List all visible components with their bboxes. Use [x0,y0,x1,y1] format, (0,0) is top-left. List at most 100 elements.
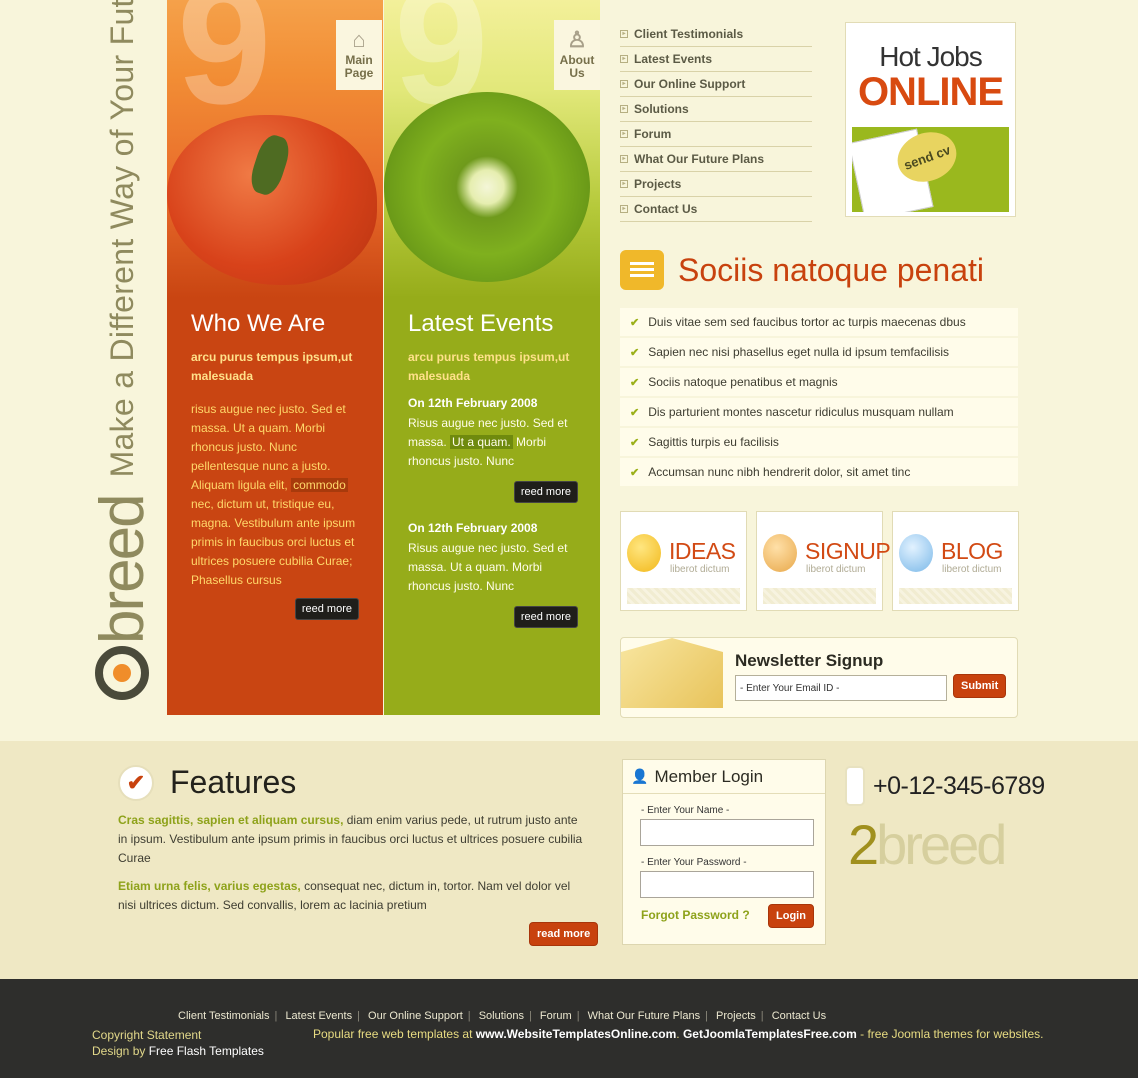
menu-label: Contact Us [634,202,698,216]
person-icon: ♙ [567,27,587,52]
newsletter-submit-button[interactable]: Submit [953,674,1007,698]
credits-pre: Popular free web templates at [313,1027,476,1041]
bullet-icon: ▸ [620,30,628,38]
menu-label: Client Testimonials [634,27,744,41]
hot-jobs-line1: Hot Jobs [879,41,983,72]
login-button[interactable]: Login [768,904,814,928]
footer-link[interactable]: Solutions [479,1010,524,1022]
blog-title: BLOG [941,538,1003,564]
hot-jobs-image: send cv [852,127,1009,212]
chat-bubble-icon [899,534,933,572]
tile-strip [899,588,1012,604]
footer-link[interactable]: Client Testimonials [178,1010,270,1022]
user-key-icon [763,534,797,572]
sociis-title: Sociis natoque penati [678,251,984,288]
brand-number: 2 [848,813,879,876]
menu-item-solutions[interactable]: ▸ Solutions [620,97,812,122]
footer-link[interactable]: Our Online Support [368,1010,463,1022]
nav-main-line1: Main [345,53,373,67]
tagline: Make a Different Way of Your Future [103,0,140,478]
decorative-nine: 9 [177,0,272,140]
list-item-text: Sociis natoque penatibus et magnis [648,375,838,389]
nav-about-line2: Us [569,66,585,80]
footer-logo: 2breed [848,812,1007,877]
credits-sep: . [676,1027,683,1041]
list-item: ✔ Sapien nec nisi phasellus eget nulla id… [620,338,1018,366]
menu-item-forum[interactable]: ▸ Forum [620,122,812,147]
speech-bubble-icon [620,250,664,290]
footer-link[interactable]: What Our Future Plans [588,1010,701,1022]
footer-credits: Popular free web templates at www.Websit… [313,1027,1044,1041]
blog-tile[interactable]: BLOG liberot dictum [892,511,1019,611]
bullet-icon: ▸ [620,55,628,63]
signup-title: SIGNUP [805,538,891,564]
credits-link-2[interactable]: GetJoomlaTemplatesFree.com [683,1027,857,1041]
features-heading: ✔ Features [118,764,296,801]
menu-item-projects[interactable]: ▸ Projects [620,172,812,197]
login-name-input[interactable] [640,819,814,846]
who-lead: arcu purus tempus ipsum,ut malesuada [191,350,353,383]
member-login-box: 👤 Member Login - Enter Your Name - - Ente… [622,759,826,945]
copyright: Copyright Statement Design by Free Flash… [92,1027,264,1059]
logo-word: breed [87,495,157,644]
signup-sub: liberot dictum [806,564,866,575]
tile-strip [763,588,876,604]
bullet-icon: ▸ [620,180,628,188]
list-item: ✔ Sociis natoque penatibus et magnis [620,368,1018,396]
who-body-part2: nec, dictum ut, tristique eu, magna. Ves… [191,497,356,587]
name-label: - Enter Your Name - [641,805,730,816]
hot-jobs-banner[interactable]: Hot Jobs ONLINE send cv [845,22,1016,217]
design-link[interactable]: Free Flash Templates [149,1044,264,1058]
envelope-icon [621,638,723,708]
features-read-more-button[interactable]: read more [529,922,599,946]
sociis-heading: Sociis natoque penati [620,250,984,290]
who-read-more-button[interactable]: reed more [294,598,359,620]
event2-read-more-button[interactable]: reed more [513,606,578,628]
newsletter-title: Newsletter Signup [735,651,884,670]
ideas-title: IDEAS [669,538,736,564]
menu-item-latest-events[interactable]: ▸ Latest Events [620,47,812,72]
forgot-password-link[interactable]: Forgot Password ? [641,908,750,922]
footer-link[interactable]: Contact Us [772,1010,826,1022]
list-item-text: Dis parturient montes nascetur ridiculus… [648,405,954,419]
nav-about-us[interactable]: ♙ About Us [554,20,600,90]
credits-link-1[interactable]: www.WebsiteTemplatesOnline.com [476,1027,677,1041]
menu-item-future-plans[interactable]: ▸ What Our Future Plans [620,147,812,172]
vertical-branding: breed Make a Different Way of Your Futur… [88,0,157,700]
list-item: ✔ Dis parturient montes nascetur ridiculu… [620,398,1018,426]
features-p1-lead[interactable]: Cras sagittis, sapien et aliquam cursus, [118,813,343,827]
event-body-2: Risus augue nec justo. Sed et massa. Ut … [408,541,568,593]
who-highlight: commodo [291,478,348,492]
event1-read-more-button[interactable]: reed more [513,481,578,503]
bullet-list: ✔ Duis vitae sem sed faucibus tortor ac t… [620,308,1018,488]
site-logo[interactable]: breed [87,495,158,700]
menu-item-contact-us[interactable]: ▸ Contact Us [620,197,812,222]
menu-item-online-support[interactable]: ▸ Our Online Support [620,72,812,97]
footer-links: Client Testimonials | Latest Events | Our … [178,1010,827,1022]
nav-main-page[interactable]: ⌂ Main Page [336,20,382,90]
ideas-tile[interactable]: IDEAS liberot dictum [620,511,747,611]
event1-highlight: Ut a quam. [450,435,513,449]
signup-tile[interactable]: SIGNUP liberot dictum [756,511,891,611]
credits-post: - free Joomla themes for websites. [856,1027,1044,1041]
list-item-text: Accumsan nunc nibh hendrerit dolor, sit … [648,465,911,479]
list-item-text: Sapien nec nisi phasellus eget nulla id … [648,345,950,359]
login-password-input[interactable] [640,871,814,898]
features-p2-lead[interactable]: Etiam urna felis, varius egestas, [118,879,301,893]
check-icon: ✔ [630,376,640,389]
menu-label: Solutions [634,102,689,116]
menu-label: Projects [634,177,682,191]
checkmark-icon: ✔ [118,764,154,801]
newsletter-email-input[interactable] [735,675,947,701]
footer-link[interactable]: Forum [540,1010,572,1022]
nav-main-line2: Page [344,66,374,80]
bullet-icon: ▸ [620,80,628,88]
who-we-are-column: 9 Who We Are arcu purus tempus ipsum,ut … [167,0,383,715]
check-icon: ✔ [630,436,640,449]
menu-label: Latest Events [634,52,713,66]
footer-link[interactable]: Projects [716,1010,756,1022]
footer-link[interactable]: Latest Events [285,1010,352,1022]
menu-item-client-testimonials[interactable]: ▸ Client Testimonials [620,22,812,47]
bullet-icon: ▸ [620,130,628,138]
login-header: 👤 Member Login [623,760,825,794]
